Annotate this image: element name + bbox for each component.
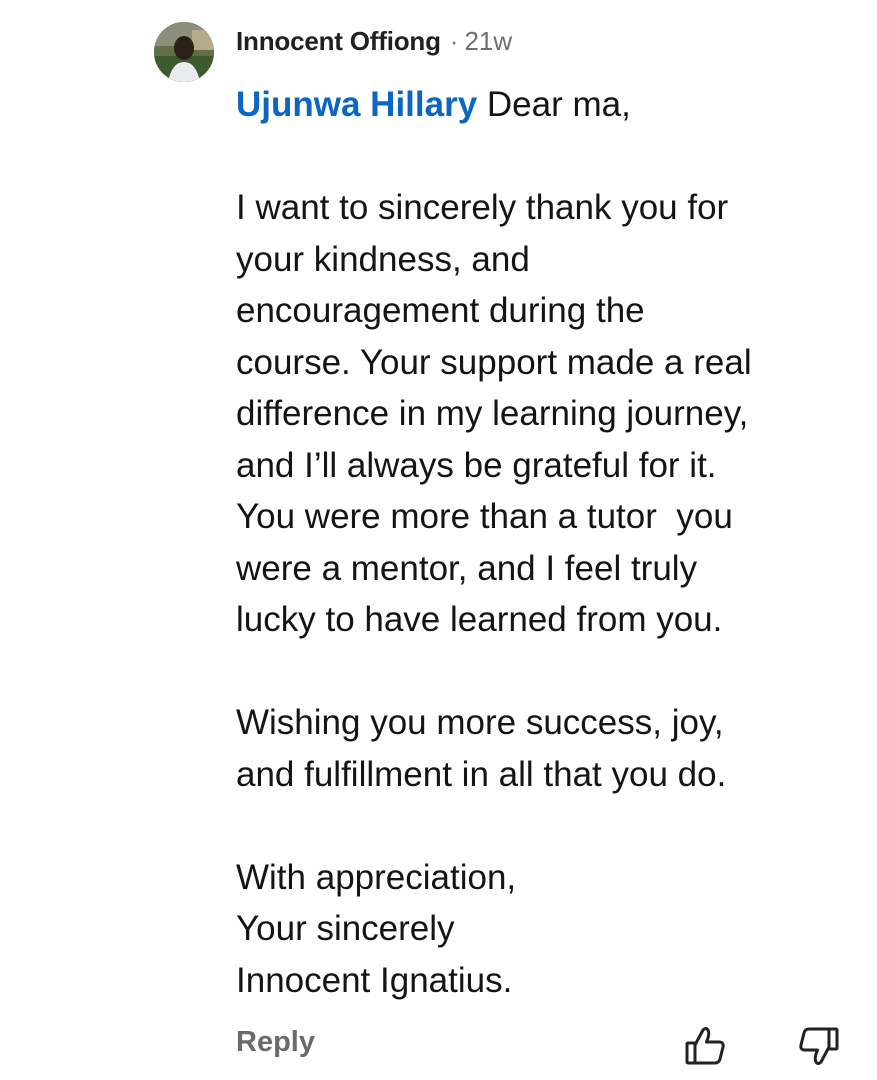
comment-actions: Reply xyxy=(236,1018,846,1074)
comment-first-line: Ujunwa Hillary Dear ma, xyxy=(236,79,856,131)
comment-header: Innocent Offiong · 21w xyxy=(236,26,512,62)
thumbs-up-icon[interactable] xyxy=(682,1022,730,1070)
comment-line xyxy=(236,800,856,852)
comment-line: and fulfillment in all that you do. xyxy=(236,754,727,794)
comment-line: Wishing you more success, joy, xyxy=(236,703,724,742)
comment-line: course. Your support made a real xyxy=(236,342,752,382)
comment: Innocent Offiong · 21w Ujunwa Hillary De… xyxy=(0,0,877,1080)
time-ago[interactable]: 21w xyxy=(464,26,512,57)
comment-line: Innocent Ignatius. xyxy=(236,960,513,1000)
meta-separator: · xyxy=(449,26,459,56)
comment-line: You were more than a tutor you xyxy=(236,497,733,536)
comment-line: lucky to have learned from you. xyxy=(236,600,723,639)
comment-line: encouragement during the xyxy=(236,291,645,330)
comment-line: were a mentor, and I feel truly xyxy=(236,548,698,588)
thumbs-down-icon[interactable] xyxy=(794,1022,842,1070)
author-name[interactable]: Innocent Offiong xyxy=(236,26,441,57)
comment-line: With appreciation, xyxy=(236,857,517,897)
comment-line: your kindness, and xyxy=(236,239,530,279)
comment-line: I want to sincerely thank you for xyxy=(236,188,729,227)
avatar-photo xyxy=(154,22,214,82)
comment-text: Dear ma, xyxy=(477,85,631,124)
comment-line xyxy=(236,646,856,698)
mention-link[interactable]: Ujunwa Hillary xyxy=(236,85,477,124)
comment-line: Your sincerely xyxy=(236,909,455,948)
comment-body: Ujunwa Hillary Dear ma, I want to sincer… xyxy=(236,79,856,1006)
comment-line xyxy=(236,131,856,183)
comment-line: and I’ll always be grateful for it. xyxy=(236,445,717,485)
user-avatar[interactable] xyxy=(154,22,214,82)
comment-line: difference in my learning journey, xyxy=(236,394,749,433)
reply-button[interactable]: Reply xyxy=(236,1026,315,1059)
